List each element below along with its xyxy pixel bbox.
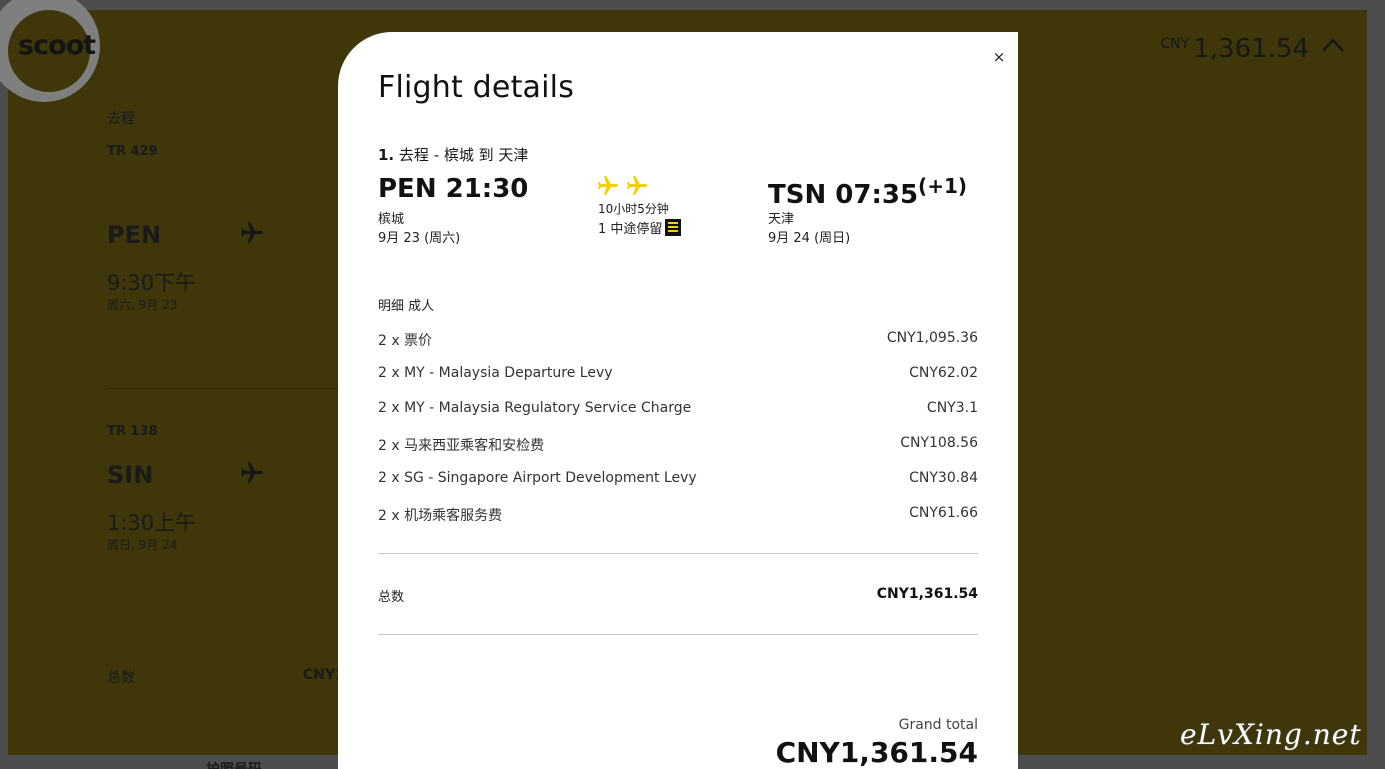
arrival-date: 9月 24 (周日) xyxy=(768,231,851,246)
breakdown-label: 2 x SG - Singapore Airport Development L… xyxy=(378,470,697,486)
stopover-icon[interactable] xyxy=(665,219,682,236)
breakdown-label: 2 x 机场乘客服务费 xyxy=(378,508,503,524)
breakdown-label: 2 x 票价 xyxy=(378,333,433,349)
breakdown-value: CNY108.56 xyxy=(900,435,978,451)
departure-date: 9月 23 (周六) xyxy=(378,231,461,246)
breakdown-label: 2 x 马来西亚乘客和安检费 xyxy=(378,438,545,454)
close-icon[interactable]: × xyxy=(990,48,1008,66)
background-total-label: 总数 xyxy=(107,670,135,686)
leg1-date: 周六, 9月 23 xyxy=(107,298,178,312)
breakdown-row: 2 x SG - Singapore Airport Development L… xyxy=(378,470,978,490)
arrival-day-offset: (+1) xyxy=(918,174,968,198)
arrival-code-time-text: TSN 07:35 xyxy=(768,180,919,210)
direction-label: 去程 xyxy=(107,111,135,127)
breakdown-label: 2 x MY - Malaysia Departure Levy xyxy=(378,365,613,381)
breakdown-value: CNY3.1 xyxy=(926,400,978,416)
breakdown-value: CNY61.66 xyxy=(909,505,978,521)
departure-code-time: PEN 21:30 xyxy=(378,174,529,204)
departure-city: 槟城 xyxy=(378,212,405,227)
breakdown-row: 2 x 票价 CNY1,095.36 xyxy=(378,330,978,350)
leg1-flight-number: TR 429 xyxy=(107,144,158,159)
background-divider xyxy=(107,388,347,389)
plane-icon xyxy=(241,222,263,243)
total-label: 总数 xyxy=(378,590,405,605)
segment-route: 去程 - 槟城 到 天津 xyxy=(398,146,529,164)
divider xyxy=(378,634,978,635)
chevron-up-icon[interactable] xyxy=(1322,38,1344,52)
grand-total-label: Grand total xyxy=(898,717,978,733)
breakdown-row: 2 x 机场乘客服务费 CNY61.66 xyxy=(378,505,978,525)
plane-icon xyxy=(241,462,263,483)
leg2-time: 1:30上午 xyxy=(107,511,197,535)
header-price-amount: 1,361.54 xyxy=(1193,34,1309,64)
breakdown-value: CNY1,095.36 xyxy=(886,330,978,346)
leg1-airport-code: PEN xyxy=(107,221,162,249)
breakdown-label: 2 x MY - Malaysia Regulatory Service Cha… xyxy=(378,400,692,416)
breakdown-row: 2 x MY - Malaysia Departure Levy CNY62.0… xyxy=(378,365,978,385)
flight-duration: 10小时5分钟 xyxy=(598,202,669,216)
breakdown-row: 2 x MY - Malaysia Regulatory Service Cha… xyxy=(378,400,978,420)
leg2-airport-code: SIN xyxy=(107,461,154,489)
arrival-code-time: TSN 07:35(+1) xyxy=(768,174,967,210)
segment-number: 1. xyxy=(378,146,395,164)
leg1-time: 9:30下午 xyxy=(107,271,197,295)
passport-label: 护照号码 xyxy=(206,759,262,769)
breakdown-header: 明细 成人 xyxy=(378,299,435,314)
divider xyxy=(378,553,978,554)
arrival-city: 天津 xyxy=(768,212,795,227)
total-value: CNY1,361.54 xyxy=(876,586,978,602)
header-price-currency: CNY xyxy=(1160,36,1190,52)
leg2-flight-number: TR 138 xyxy=(107,424,158,439)
modal-title: Flight details xyxy=(378,70,575,105)
stopover-info: 1 中途停留 xyxy=(598,218,682,237)
stopover-label: 1 中途停留 xyxy=(598,222,663,237)
breakdown-value: CNY30.84 xyxy=(909,470,978,486)
flight-details-modal: × Flight details 1. 去程 - 槟城 到 天津 PEN 21:… xyxy=(338,32,1018,769)
watermark: eLvXing.net xyxy=(1180,718,1362,751)
scoot-logo: scoot xyxy=(18,30,96,61)
plane-icon xyxy=(598,176,647,195)
leg2-date: 周日, 9月 24 xyxy=(107,538,178,552)
segment-title: 1. 去程 - 槟城 到 天津 xyxy=(378,144,528,165)
breakdown-value: CNY62.02 xyxy=(909,365,978,381)
grand-total-value: CNY1,361.54 xyxy=(775,736,978,769)
breakdown-row: 2 x 马来西亚乘客和安检费 CNY108.56 xyxy=(378,435,978,455)
header-price: CNY 1,361.54 xyxy=(1160,34,1309,64)
